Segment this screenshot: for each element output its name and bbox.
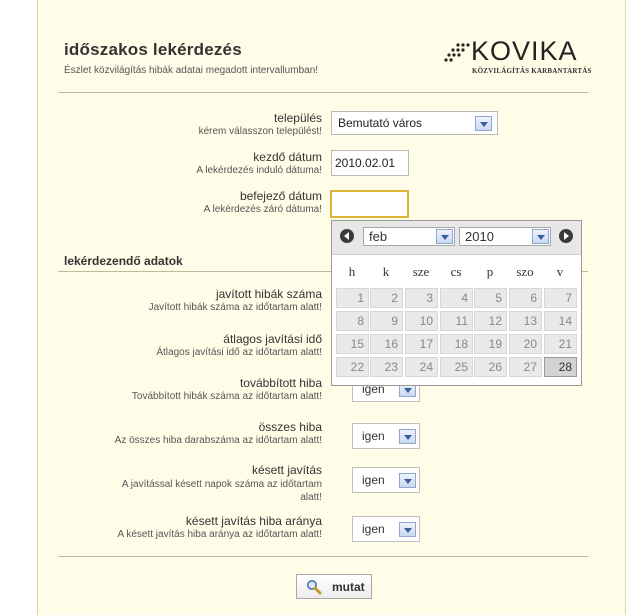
weekday-header: szo [516, 264, 534, 279]
calendar-day[interactable]: 19 [474, 334, 507, 354]
befejezo-datum-input[interactable] [330, 190, 409, 218]
date-picker: feb 2010 h k sze cs p szo v 1 2 3 4 5 6 7 8 9 10 11 12 13 14… [331, 220, 582, 386]
calendar-day[interactable]: 20 [509, 334, 542, 354]
calendar-day[interactable]: 14 [544, 311, 577, 331]
kesett-value: igen [362, 473, 385, 487]
header-divider [58, 92, 588, 93]
telepules-label: település [273, 111, 322, 125]
weekday-header: v [556, 264, 564, 279]
mutat-label: mutat [332, 580, 365, 594]
calendar-day[interactable]: 15 [336, 334, 369, 354]
month-value: feb [369, 229, 388, 244]
chevron-down-icon[interactable] [532, 229, 549, 244]
mutat-button[interactable]: mutat [296, 574, 372, 599]
calendar-day[interactable]: 13 [509, 311, 542, 331]
kesett-arany-hint: A késett javítás hiba aránya az időtarta… [117, 529, 322, 540]
calendar-day[interactable]: 8 [336, 311, 369, 331]
logo-word: KOVIKA [471, 36, 578, 66]
kesett-hint: A javítással késett napok száma az időta… [121, 479, 322, 490]
page-subtitle: Észlet közvilágítás hibák adatai megadot… [64, 65, 319, 76]
tovabbitott-hint: Továbbított hibák száma az időtartam ala… [131, 391, 322, 402]
javitott-label: javított hibák száma [215, 287, 322, 301]
telepules-hint: kérem válasszon települést! [198, 126, 322, 137]
calendar-day[interactable]: 7 [544, 288, 577, 308]
osszes-label: összes hiba [258, 420, 322, 434]
kesett-arany-select[interactable]: igen [352, 516, 420, 542]
befejezo-datum-hint: A lekérdezés záró dátuma! [203, 204, 322, 215]
calendar-day[interactable]: 23 [370, 357, 403, 377]
telepules-value: Bemutató város [338, 116, 423, 130]
calendar-day[interactable]: 22 [336, 357, 369, 377]
weekday-header: sze [412, 264, 430, 279]
chevron-down-icon[interactable] [399, 429, 416, 444]
kesett-label: késett javítás [251, 463, 322, 477]
osszes-hint: Az összes hiba darabszáma az időtartam a… [114, 435, 322, 446]
calendar-day[interactable]: 10 [405, 311, 438, 331]
page-title: időszakos lekérdezés [64, 40, 242, 59]
calendar-day[interactable]: 9 [370, 311, 403, 331]
befejezo-datum-label: befejező dátum [239, 189, 322, 203]
atlagos-label: átlagos javítási idő [223, 332, 322, 346]
calendar-day[interactable]: 5 [474, 288, 507, 308]
logo-dots-icon [444, 43, 470, 62]
search-icon [307, 580, 322, 595]
calendar-day[interactable]: 12 [474, 311, 507, 331]
calendar-day[interactable]: 26 [474, 357, 507, 377]
footer-divider [58, 556, 588, 557]
date-picker-header: feb 2010 [332, 221, 581, 255]
calendar-day[interactable]: 21 [544, 334, 577, 354]
chevron-down-icon[interactable] [399, 522, 416, 537]
telepules-select[interactable]: Bemutató város [331, 111, 498, 135]
weekday-header: cs [450, 264, 462, 279]
calendar-day[interactable]: 25 [440, 357, 473, 377]
osszes-value: igen [362, 429, 385, 443]
calendar-day[interactable]: 16 [370, 334, 403, 354]
kesett-hint-cont: alatt! [300, 492, 322, 503]
calendar-day[interactable]: 2 [370, 288, 403, 308]
kezdo-datum-label: kezdő dátum [253, 150, 322, 164]
chevron-down-icon[interactable] [475, 116, 492, 131]
weekday-header: h [348, 264, 356, 279]
chevron-down-icon[interactable] [436, 229, 453, 244]
month-select[interactable]: feb [363, 227, 455, 246]
prev-month-icon[interactable] [340, 229, 354, 243]
weekday-header: p [486, 264, 494, 279]
javitott-hint: Javított hibák száma az időtartam alatt! [148, 302, 322, 313]
calendar-day[interactable]: 11 [440, 311, 473, 331]
kovika-logo: KOVIKA KÖZVILÁGÍTÁS KARBANTARTÁS [444, 35, 594, 79]
kezdo-datum-input[interactable]: 2010.02.01 [331, 150, 409, 176]
logo-tagline: KÖZVILÁGÍTÁS KARBANTARTÁS [472, 67, 592, 75]
calendar-day[interactable]: 17 [405, 334, 438, 354]
calendar-day[interactable]: 3 [405, 288, 438, 308]
tovabbitott-label: továbbított hiba [239, 376, 322, 390]
calendar-day[interactable]: 1 [336, 288, 369, 308]
calendar-day[interactable]: 6 [509, 288, 542, 308]
calendar-day-selected[interactable]: 28 [544, 357, 577, 377]
weekday-header: k [382, 264, 390, 279]
year-select[interactable]: 2010 [459, 227, 551, 246]
kesett-select[interactable]: igen [352, 467, 420, 493]
section-title: lekérdezendő adatok [64, 254, 183, 268]
kesett-arany-value: igen [362, 522, 385, 536]
calendar-day[interactable]: 18 [440, 334, 473, 354]
next-month-icon[interactable] [559, 229, 573, 243]
atlagos-hint: Átlagos javítási idő az időtartam alatt! [156, 347, 322, 358]
kezdo-datum-hint: A lekérdezés induló dátuma! [196, 165, 322, 176]
osszes-select[interactable]: igen [352, 423, 420, 449]
kesett-arany-label: késett javítás hiba aránya [185, 514, 322, 528]
calendar-day[interactable]: 24 [405, 357, 438, 377]
chevron-down-icon[interactable] [399, 473, 416, 488]
year-value: 2010 [465, 229, 494, 244]
calendar-day[interactable]: 4 [440, 288, 473, 308]
calendar-day[interactable]: 27 [509, 357, 542, 377]
